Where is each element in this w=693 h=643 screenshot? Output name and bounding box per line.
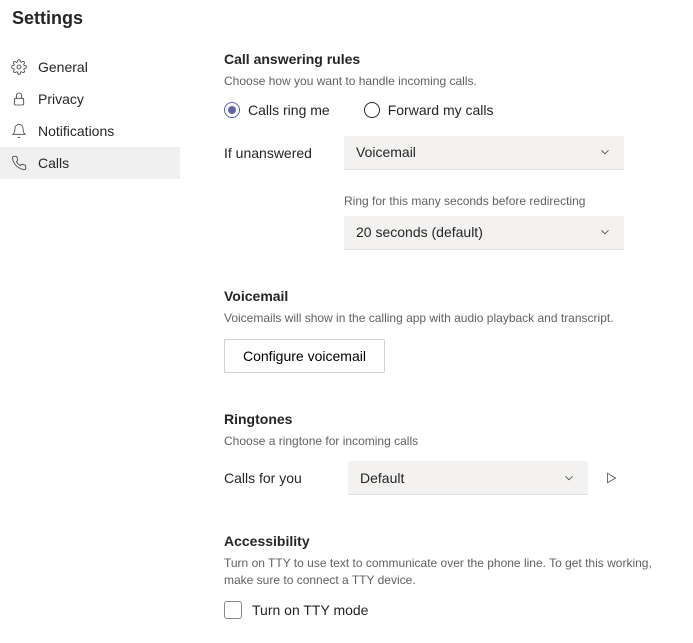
sidebar-item-notifications[interactable]: Notifications [0, 115, 180, 147]
accessibility-section: Accessibility Turn on TTY to use text to… [224, 533, 669, 619]
call-answering-rules-section: Call answering rules Choose how you want… [224, 51, 669, 250]
section-desc: Choose a ringtone for incoming calls [224, 433, 669, 450]
lock-icon [10, 90, 28, 108]
radio-forward-my-calls[interactable]: Forward my calls [364, 102, 494, 118]
sidebar-item-label: Calls [38, 155, 69, 171]
section-title: Ringtones [224, 411, 669, 427]
dropdown-value: Voicemail [356, 144, 416, 160]
sidebar-item-calls[interactable]: Calls [0, 147, 180, 179]
play-icon [604, 471, 618, 485]
sidebar-item-label: General [38, 59, 88, 75]
chevron-down-icon [598, 145, 612, 159]
play-ringtone-button[interactable] [602, 469, 620, 487]
phone-icon [10, 154, 28, 172]
dropdown-value: Default [360, 470, 404, 486]
section-title: Voicemail [224, 288, 669, 304]
if-unanswered-dropdown[interactable]: Voicemail [344, 136, 624, 170]
voicemail-section: Voicemail Voicemails will show in the ca… [224, 288, 669, 373]
sidebar-item-general[interactable]: General [0, 51, 180, 83]
section-desc: Turn on TTY to use text to communicate o… [224, 555, 669, 589]
sidebar: General Privacy Notifications Calls [0, 45, 180, 643]
page-title: Settings [0, 0, 693, 45]
checkbox [224, 601, 242, 619]
radio-calls-ring-me[interactable]: Calls ring me [224, 102, 330, 118]
if-unanswered-label: If unanswered [224, 145, 344, 161]
ring-seconds-label: Ring for this many seconds before redire… [344, 194, 669, 208]
bell-icon [10, 122, 28, 140]
content-panel: Call answering rules Choose how you want… [180, 45, 693, 643]
sidebar-item-privacy[interactable]: Privacy [0, 83, 180, 115]
configure-voicemail-button[interactable]: Configure voicemail [224, 339, 385, 373]
radio-label: Forward my calls [388, 102, 494, 118]
gear-icon [10, 58, 28, 76]
radio-indicator [364, 102, 380, 118]
calls-for-you-label: Calls for you [224, 470, 334, 486]
checkbox-label: Turn on TTY mode [252, 602, 368, 618]
sidebar-item-label: Notifications [38, 123, 114, 139]
ringtone-dropdown[interactable]: Default [348, 461, 588, 495]
section-desc: Voicemails will show in the calling app … [224, 310, 669, 327]
chevron-down-icon [598, 225, 612, 239]
radio-indicator [224, 102, 240, 118]
ringtones-section: Ringtones Choose a ringtone for incoming… [224, 411, 669, 496]
tty-mode-checkbox-row[interactable]: Turn on TTY mode [224, 601, 669, 619]
dropdown-value: 20 seconds (default) [356, 224, 483, 240]
sidebar-item-label: Privacy [38, 91, 84, 107]
ring-seconds-dropdown[interactable]: 20 seconds (default) [344, 216, 624, 250]
section-title: Call answering rules [224, 51, 669, 67]
section-desc: Choose how you want to handle incoming c… [224, 73, 669, 90]
section-title: Accessibility [224, 533, 669, 549]
chevron-down-icon [562, 471, 576, 485]
radio-label: Calls ring me [248, 102, 330, 118]
